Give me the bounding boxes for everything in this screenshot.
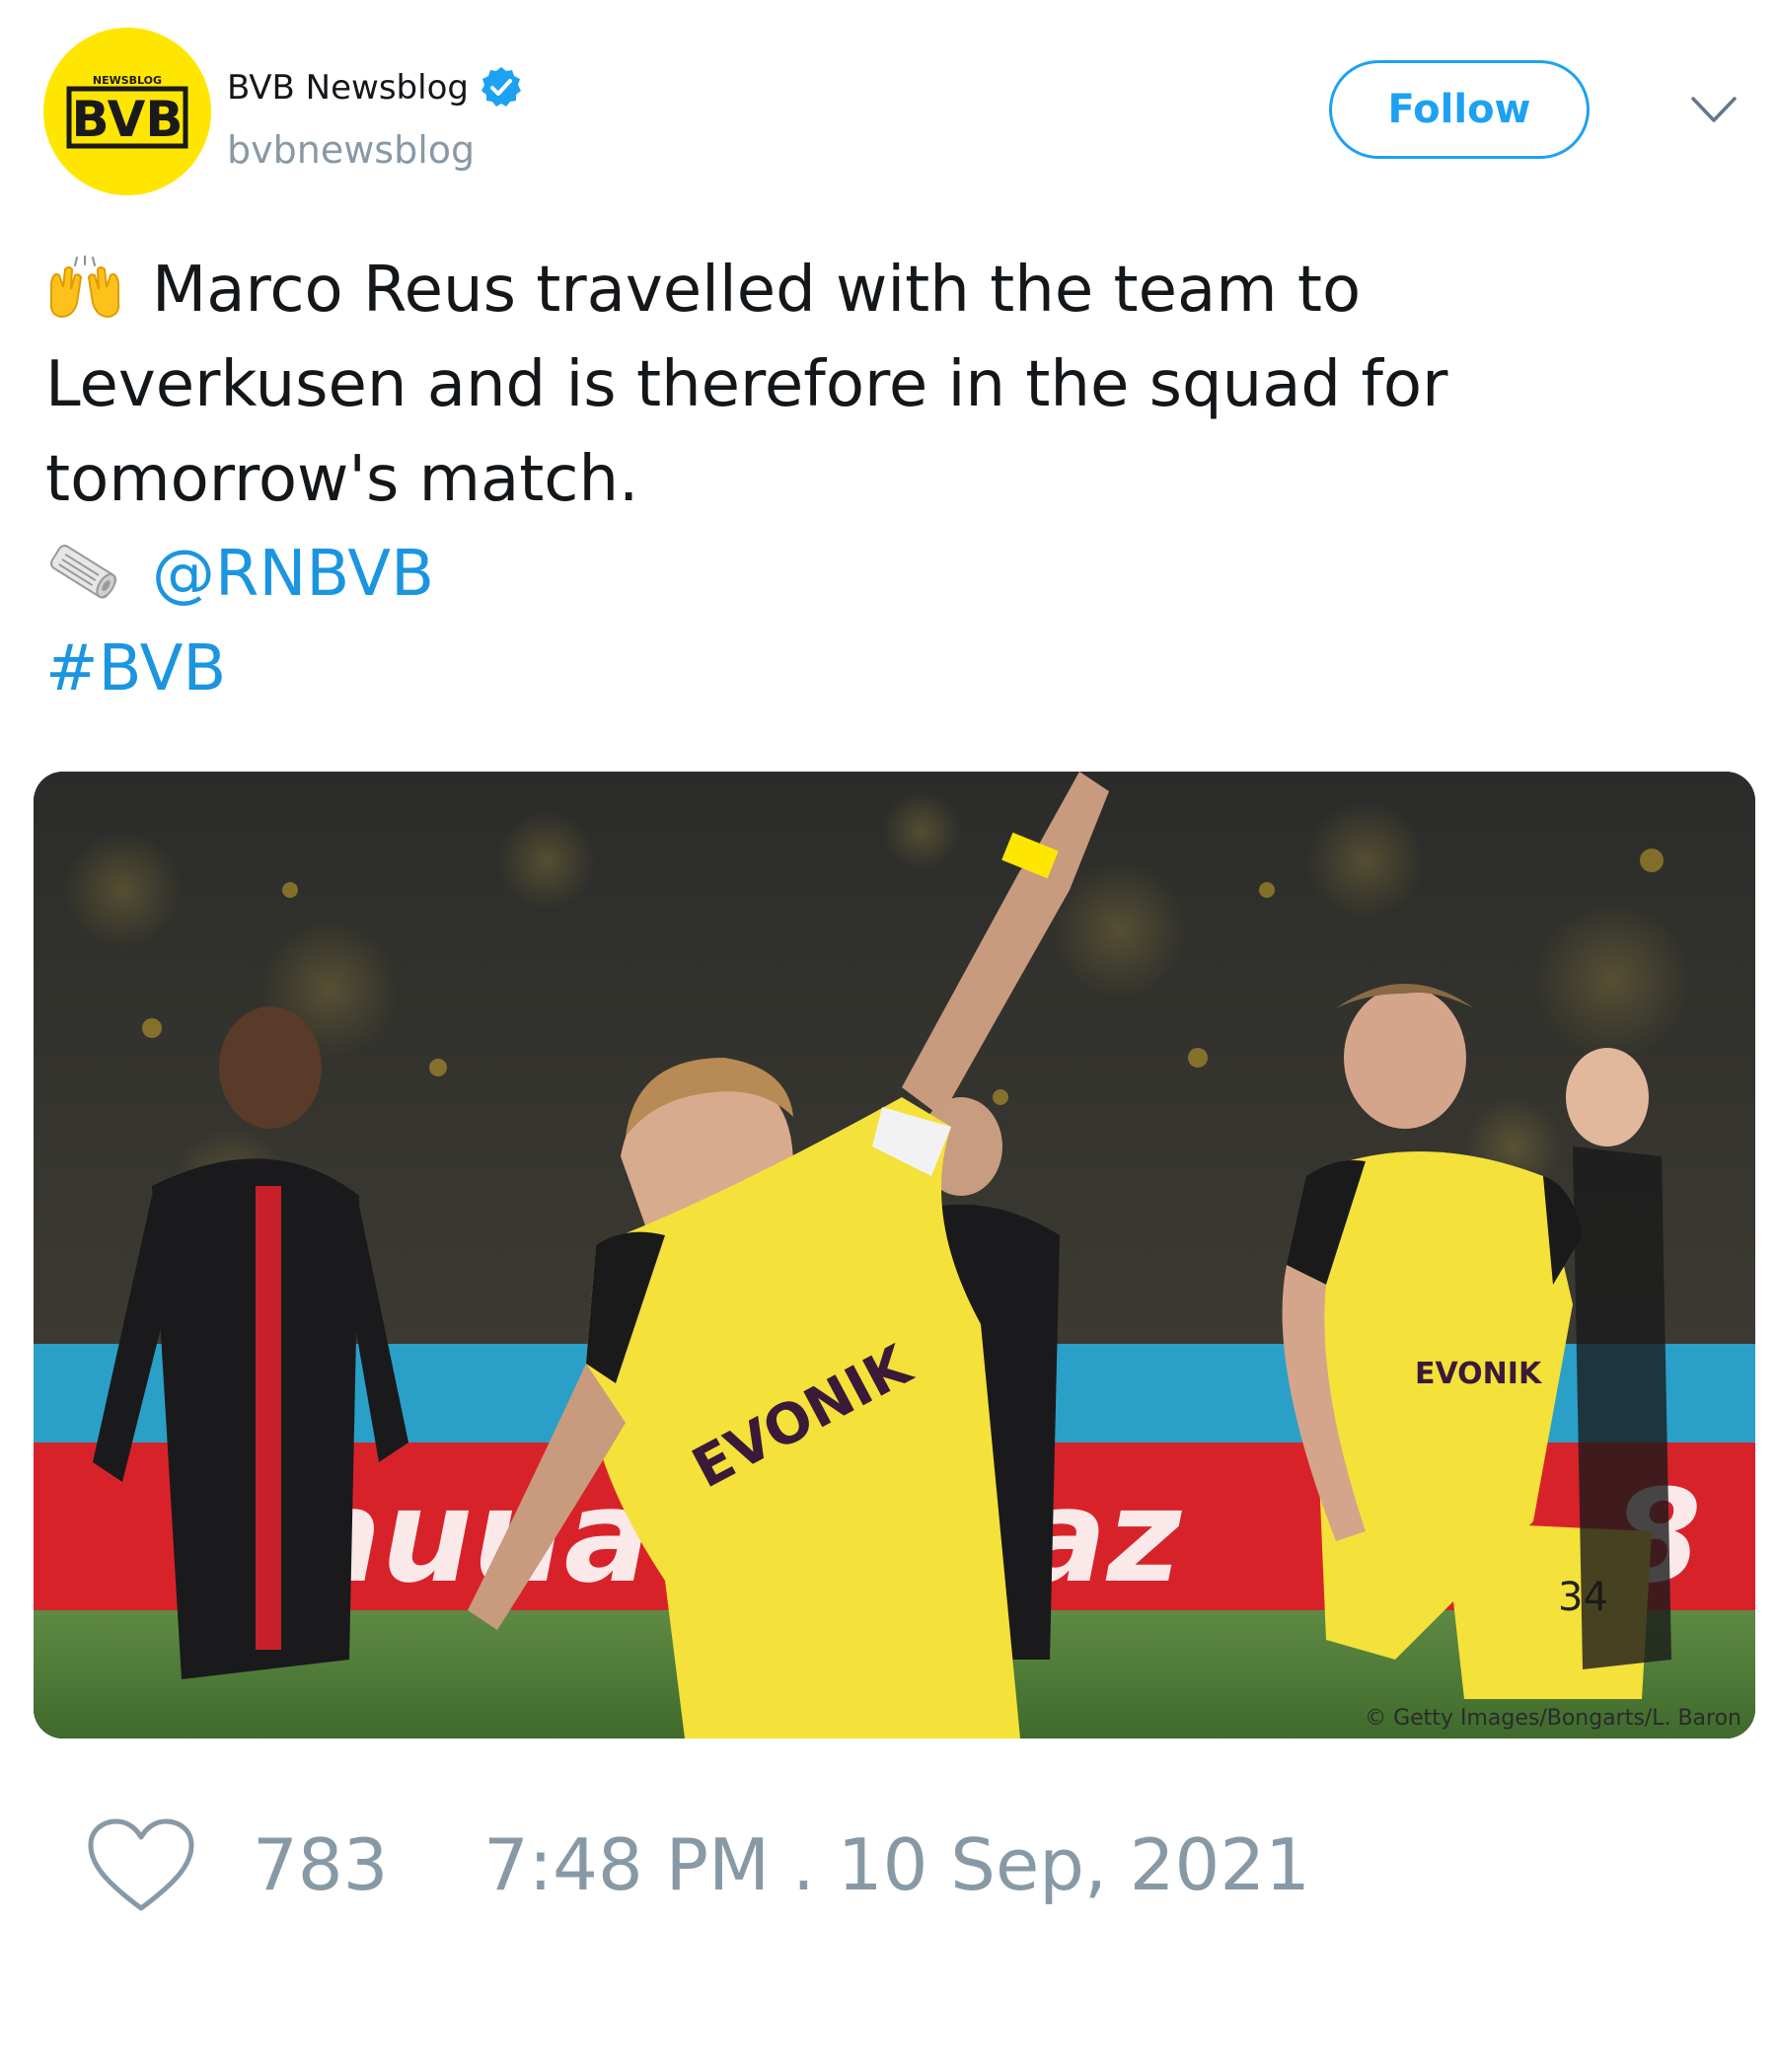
tweet-line-2: Leverkusen and is therefore in the squad… [45, 348, 1448, 421]
tweet-text: Marco Reus travelled with the team to Le… [45, 243, 1723, 716]
rolled-newspaper-emoji-icon [50, 545, 117, 599]
photo-credit: © Getty Images/Bongarts/L. Baron [1365, 1706, 1741, 1731]
avatar-logo-text: BVB [72, 91, 184, 148]
heart-icon[interactable] [87, 1817, 195, 1916]
avatar[interactable]: NEWSBLOG BVB [43, 28, 211, 195]
author-name-row[interactable]: BVB Newsblog [227, 65, 524, 111]
hashtag-link[interactable]: #BVB [45, 632, 226, 705]
tweet-timestamp[interactable]: 7:48 PM . 10 Sep, 2021 [483, 1823, 1310, 1906]
tweet-line-1-text: Marco Reus travelled with the team to [152, 254, 1362, 327]
like-count[interactable]: 783 [253, 1823, 388, 1906]
verified-badge-icon [481, 67, 521, 107]
teammate-sponsor-text: EVONIK [1415, 1357, 1543, 1391]
author-handle[interactable]: bvbnewsblog [227, 128, 475, 172]
avatar-small-text: NEWSBLOG [93, 74, 162, 87]
chevron-down-icon[interactable] [1689, 91, 1739, 130]
tweet-line-3: tomorrow's match. [45, 443, 639, 516]
tweet-photo[interactable]: nuua az 8 EVONIK [34, 772, 1755, 1739]
tweet-line-1: Marco Reus travelled with the team to [45, 243, 1723, 337]
tweet-line-mention: @RNBVB [45, 527, 1723, 622]
follow-button[interactable]: Follow [1329, 60, 1590, 159]
photo-illustration: nuua az 8 EVONIK [34, 772, 1755, 1739]
tweet-line-hashtag: #BVB [45, 622, 1723, 716]
mention-link[interactable]: @RNBVB [152, 538, 434, 611]
author-display-name[interactable]: BVB Newsblog [227, 68, 469, 108]
raising-hands-emoji-icon [49, 256, 120, 319]
